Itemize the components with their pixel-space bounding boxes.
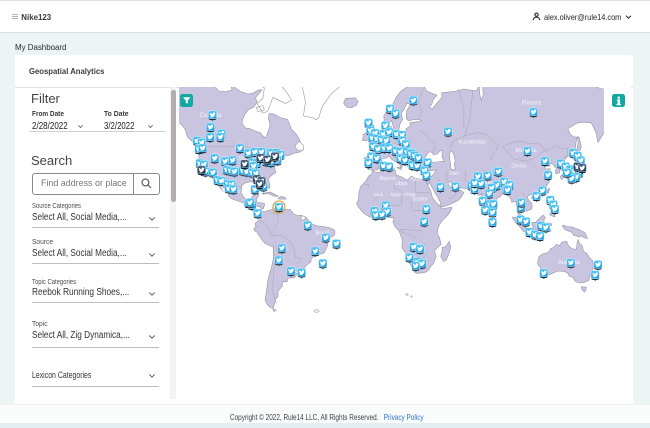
- svg-text:Libya: Libya: [394, 181, 407, 187]
- svg-text:Mali: Mali: [374, 192, 383, 198]
- svg-text:Iran: Iran: [450, 171, 459, 177]
- svg-text:Kazakhstan: Kazakhstan: [458, 140, 485, 146]
- svg-text:China: China: [511, 164, 527, 170]
- svg-text:Russia: Russia: [522, 100, 541, 107]
- svg-text:Niger: Niger: [390, 192, 402, 198]
- svg-text:Egypt: Egypt: [410, 176, 423, 182]
- svg-text:Chad: Chad: [403, 192, 415, 198]
- svg-text:Algeria: Algeria: [379, 176, 395, 182]
